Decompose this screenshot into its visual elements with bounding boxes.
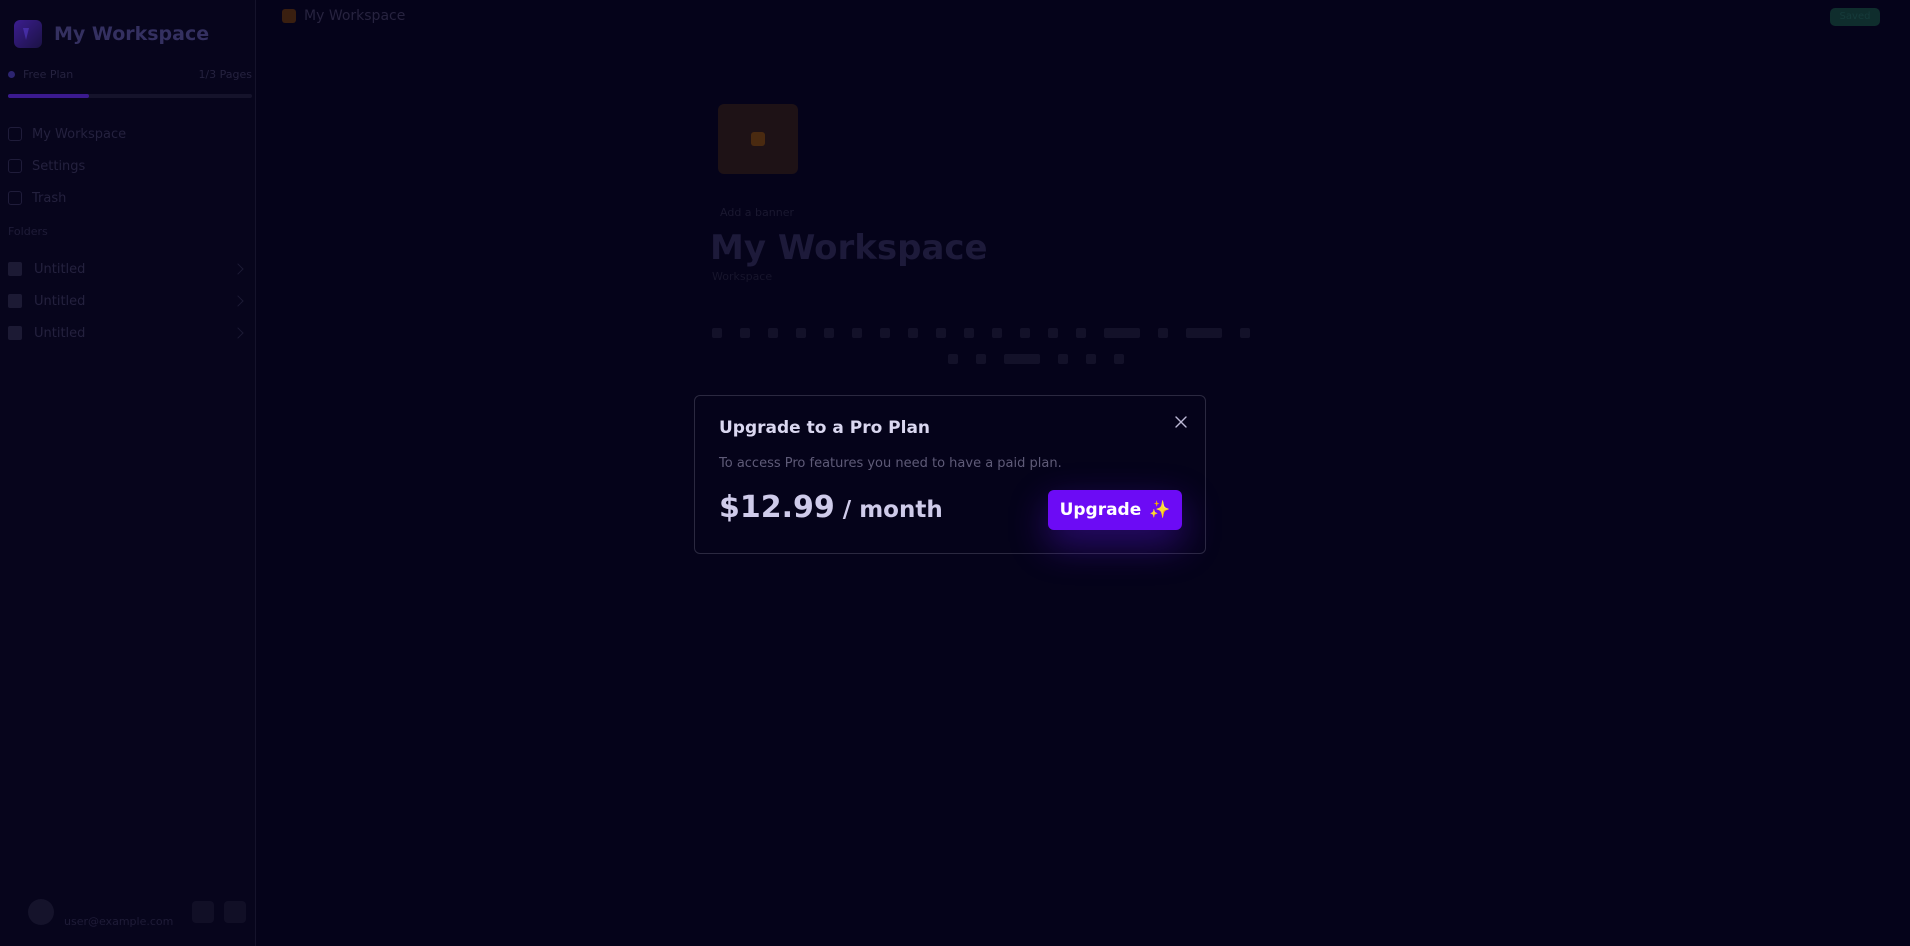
settings-icon[interactable] [192, 901, 214, 923]
strike-icon[interactable] [796, 328, 806, 338]
plan-dot-icon [8, 71, 15, 78]
home-icon [8, 127, 22, 141]
list-icon[interactable] [880, 328, 890, 338]
color-icon[interactable] [1158, 328, 1168, 338]
italic-icon[interactable] [740, 328, 750, 338]
logout-icon[interactable] [224, 901, 246, 923]
add-banner-button[interactable]: Add a banner [720, 206, 794, 219]
sidebar: My Workspace Free Plan 1/3 Pages My Work… [0, 0, 256, 946]
modal-title: Upgrade to a Pro Plan [719, 418, 931, 438]
heading-icon[interactable] [852, 328, 862, 338]
folder-icon [8, 262, 22, 276]
folder-item[interactable]: Untitled [8, 317, 252, 349]
redo-icon[interactable] [976, 354, 986, 364]
settings-icon [8, 159, 22, 173]
plan-usage: 1/3 Pages [198, 68, 252, 81]
plan-usage-row: Free Plan 1/3 Pages [8, 68, 252, 81]
breadcrumb-label: My Workspace [304, 8, 406, 24]
sidebar-item-settings[interactable]: Settings [8, 150, 252, 182]
sidebar-item-label: My Workspace [32, 126, 127, 142]
bold-icon[interactable] [712, 328, 722, 338]
undo-icon[interactable] [948, 354, 958, 364]
editor-toolbar-row-2 [948, 354, 1124, 364]
sidebar-item-label: Trash [32, 190, 67, 206]
chevron-right-icon[interactable] [232, 263, 244, 275]
style-select[interactable] [1004, 354, 1040, 364]
link-icon[interactable] [992, 328, 1002, 338]
page-title: My Workspace [710, 228, 988, 268]
folders-section-label: Folders [8, 225, 48, 238]
avatar[interactable] [28, 899, 54, 925]
folder-label: Untitled [34, 293, 86, 309]
folder-label: Untitled [34, 261, 86, 277]
underline-icon[interactable] [768, 328, 778, 338]
upgrade-button[interactable]: Upgrade ✨ [1048, 490, 1182, 530]
upgrade-button-label: Upgrade [1059, 500, 1142, 520]
workspace-name: My Workspace [54, 23, 210, 45]
workspace-logo-icon [14, 20, 42, 48]
upgrade-modal: Upgrade to a Pro Plan To access Pro feat… [694, 395, 1206, 554]
trash-icon [8, 191, 22, 205]
table-icon[interactable] [1048, 328, 1058, 338]
plan-progress-fill [8, 94, 89, 98]
page-emoji-icon [282, 9, 296, 23]
user-bar: user@example.com [12, 890, 246, 934]
quote-icon[interactable] [936, 328, 946, 338]
folder-label: Untitled [34, 325, 86, 341]
price-period: / month [834, 497, 943, 523]
heading-icon[interactable] [824, 328, 834, 338]
list-icon[interactable] [908, 328, 918, 338]
folder-item[interactable]: Untitled [8, 253, 252, 285]
chevron-right-icon[interactable] [232, 327, 244, 339]
status-badge: Saved [1830, 8, 1880, 26]
close-icon[interactable] [1171, 412, 1191, 432]
image-icon[interactable] [1020, 328, 1030, 338]
price-label: $12.99 / month [719, 490, 943, 525]
indent-icon[interactable] [1058, 354, 1068, 364]
plan-label: Free Plan [23, 68, 74, 81]
page-subtitle: Workspace [712, 270, 773, 283]
modal-description: To access Pro features you need to have … [719, 456, 1062, 471]
page-emoji-icon [751, 132, 765, 146]
font-select[interactable] [1104, 328, 1140, 338]
plan-progress-bar [8, 94, 252, 98]
folder-icon [8, 294, 22, 308]
sidebar-nav: My Workspace Settings Trash [8, 118, 252, 214]
folder-item[interactable]: Untitled [8, 285, 252, 317]
code-icon[interactable] [964, 328, 974, 338]
workspace-header[interactable]: My Workspace [14, 20, 209, 48]
align-icon[interactable] [1076, 328, 1086, 338]
app-root: My Workspace Free Plan 1/3 Pages My Work… [0, 0, 1910, 946]
folder-icon [8, 326, 22, 340]
folder-list: Untitled Untitled Untitled [8, 253, 252, 349]
user-email: user@example.com [64, 914, 174, 928]
clear-format-icon[interactable] [1114, 354, 1124, 364]
outdent-icon[interactable] [1086, 354, 1096, 364]
editor-toolbar [712, 328, 1452, 338]
sparkles-icon: ✨ [1149, 500, 1171, 520]
size-select[interactable] [1186, 328, 1222, 338]
sidebar-item-my-workspace[interactable]: My Workspace [8, 118, 252, 150]
price-amount: $12.99 [719, 490, 835, 525]
sidebar-item-trash[interactable]: Trash [8, 182, 252, 214]
page-icon[interactable] [718, 104, 798, 174]
breadcrumb[interactable]: My Workspace [282, 8, 405, 24]
sidebar-item-label: Settings [32, 158, 86, 174]
more-icon[interactable] [1240, 328, 1250, 338]
chevron-right-icon[interactable] [232, 295, 244, 307]
